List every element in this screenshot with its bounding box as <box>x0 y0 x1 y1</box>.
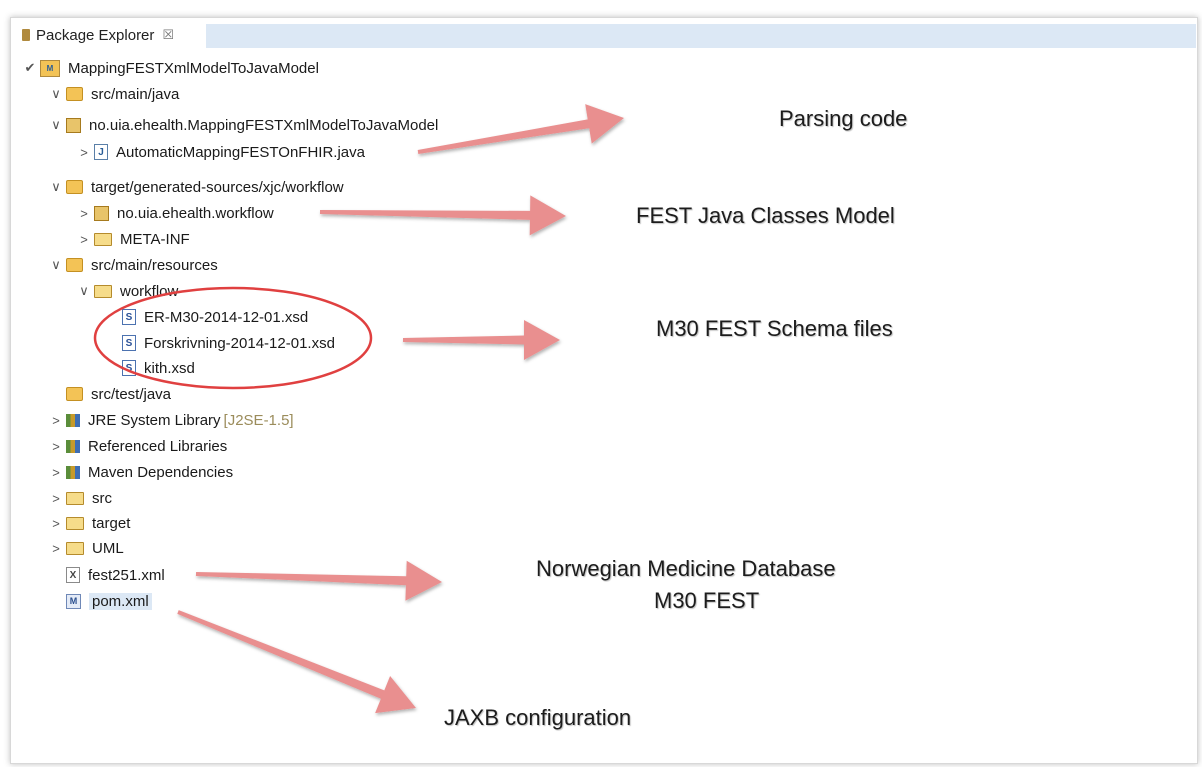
arrow-to-database <box>195 560 442 601</box>
highlight-circle <box>93 286 373 390</box>
annotation-arrows <box>93 104 624 714</box>
arrow-to-parsing-code <box>417 104 624 154</box>
annotation-jaxb: JAXB configuration <box>444 705 632 730</box>
annotation-database-line2: M30 FEST <box>654 588 760 613</box>
arrow-to-schema-files <box>403 320 560 360</box>
arrow-to-fest-model <box>320 195 566 236</box>
arrow-to-jaxb <box>177 610 416 714</box>
annotation-fest-model: FEST Java Classes Model <box>636 203 895 228</box>
annotation-parsing-code: Parsing code <box>779 106 908 131</box>
annotation-schema-files: M30 FEST Schema files <box>656 316 893 341</box>
annotation-database-line1: Norwegian Medicine Database <box>536 556 836 581</box>
